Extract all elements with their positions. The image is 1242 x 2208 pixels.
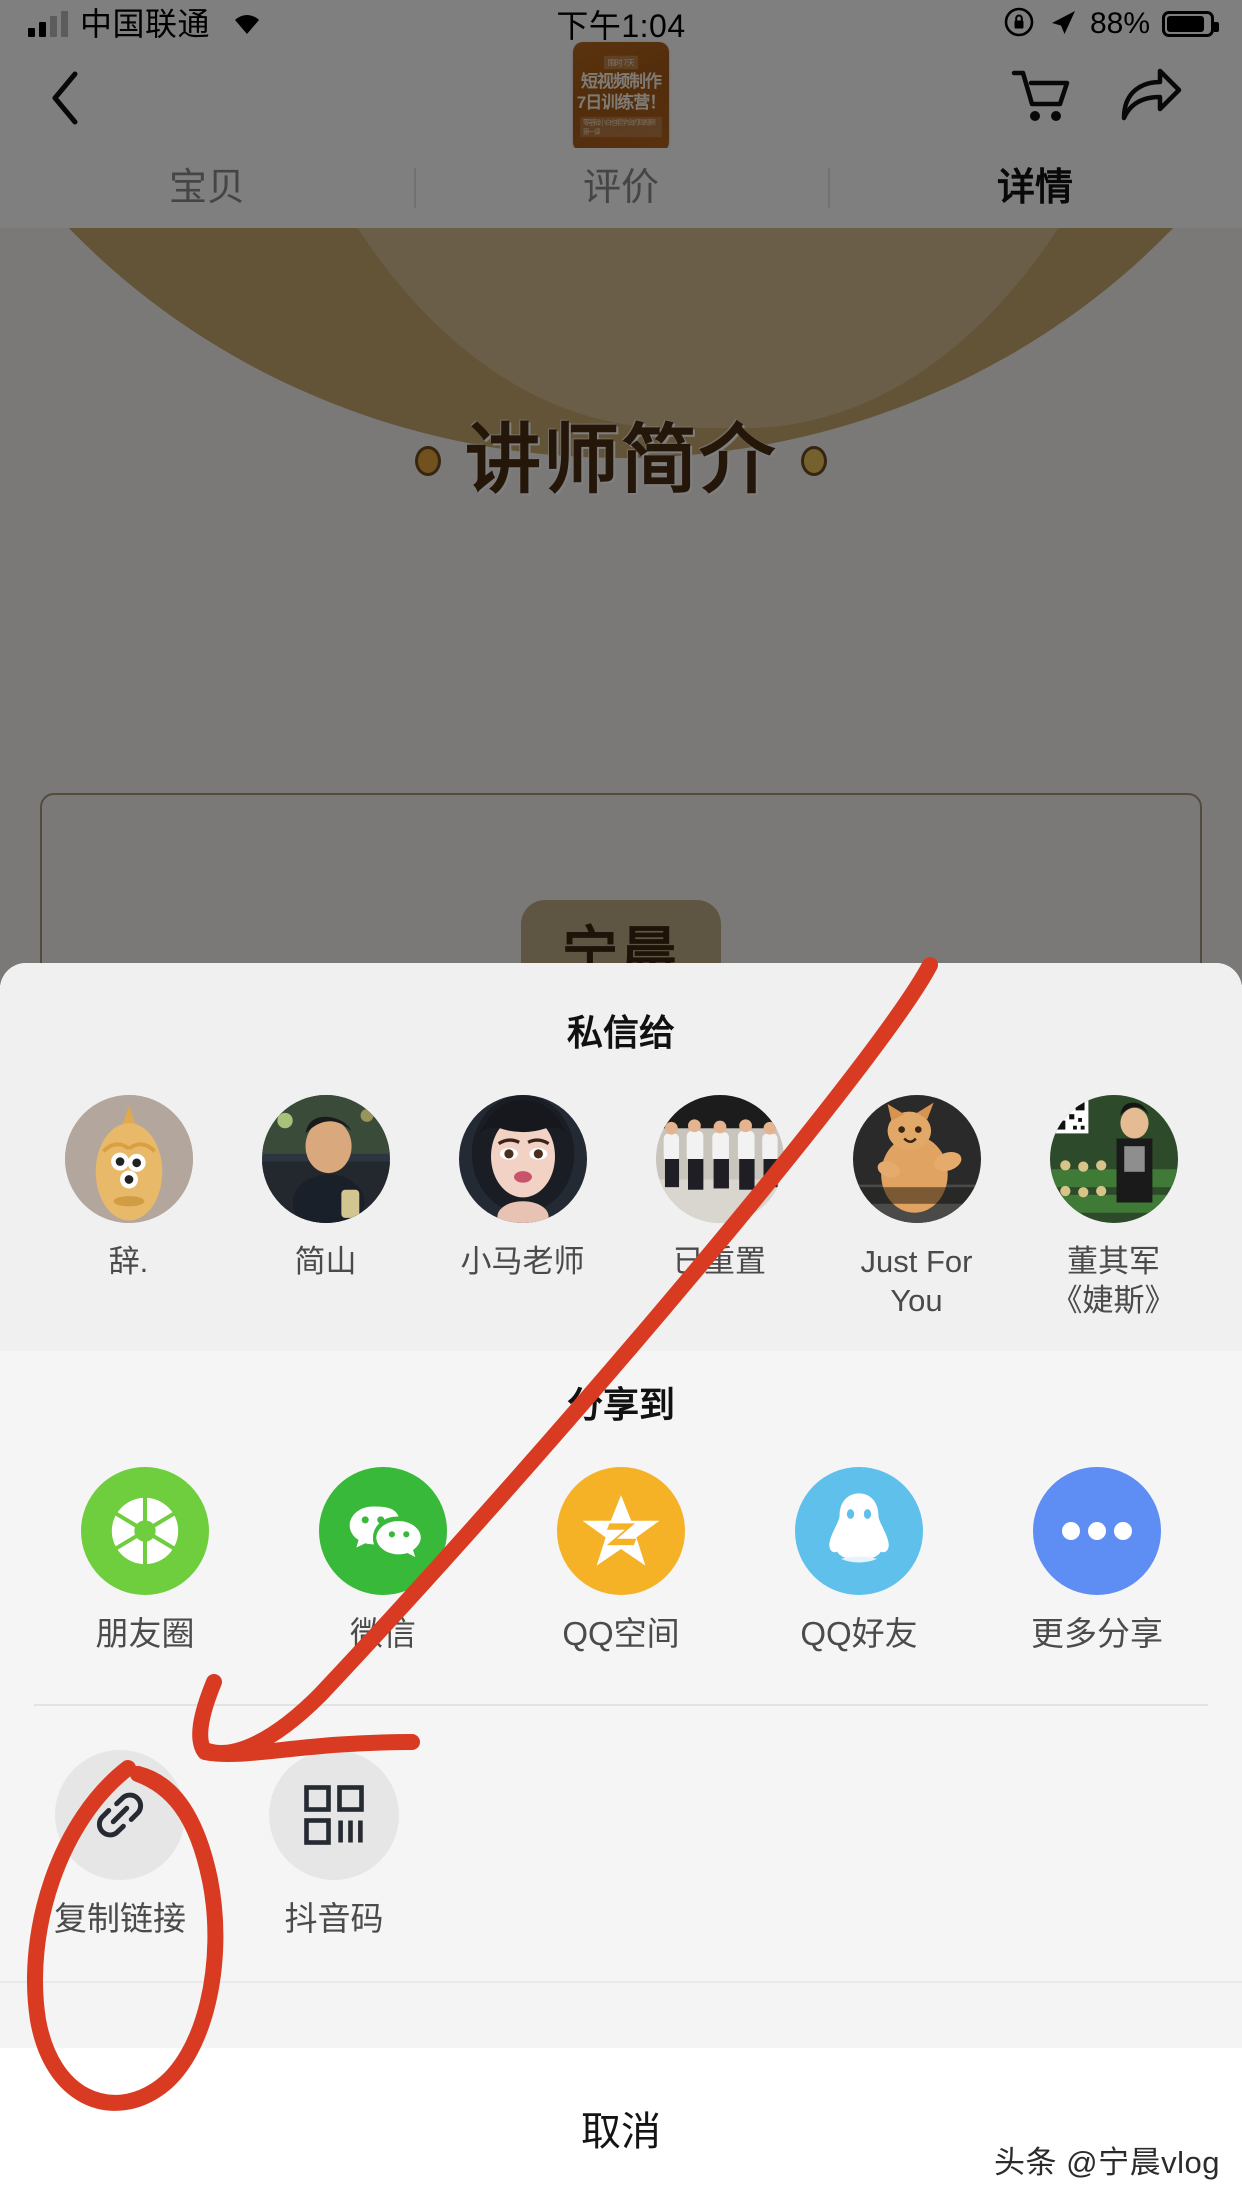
qzone-star-icon xyxy=(557,1466,685,1595)
share-section-title: 分享到 xyxy=(566,1383,675,1425)
friend-name: 董其军《婕斯》 xyxy=(1051,1244,1176,1318)
thumbnail-line2: 7日训练营！ xyxy=(576,93,666,112)
cartoon-chick-avatar xyxy=(64,1095,193,1223)
friend-name: Just For You xyxy=(860,1244,973,1318)
friends-section-title: 私信给 xyxy=(566,1012,675,1053)
thumbnail-line1: 短视频制作 xyxy=(581,72,662,92)
tool-label: 抖音码 xyxy=(284,1899,384,1937)
rotation-lock-icon xyxy=(1002,5,1036,44)
shopping-cart-icon[interactable] xyxy=(1010,66,1072,131)
title-dot-right-icon xyxy=(801,446,827,476)
share-app-qzone[interactable]: QQ空间 xyxy=(502,1466,740,1652)
friend-name: 已重置 xyxy=(673,1244,766,1279)
share-to-section: 分享到 朋友圈 微信 QQ空间 QQ好友 更多分享 复制链接 抖音码 xyxy=(0,1350,1242,1983)
status-bar-left: 中国联通 xyxy=(28,7,268,42)
share-app-label: 朋友圈 xyxy=(95,1614,195,1652)
share-app-label: 微信 xyxy=(350,1614,416,1652)
friend-item[interactable]: 小马老师 xyxy=(424,1095,621,1321)
signal-bars-icon xyxy=(28,11,68,37)
cancel-button[interactable]: 取消 xyxy=(0,2048,1242,2208)
battery-icon xyxy=(1162,11,1219,37)
tools-list: 复制链接 抖音码 xyxy=(0,1706,1242,1935)
back-button[interactable] xyxy=(0,68,130,128)
share-arrow-icon[interactable] xyxy=(1118,66,1184,131)
friends-section: 私信给 辞. 简山 小马老师 已重置 Just For You 董其军《婕斯》 xyxy=(0,963,1242,1351)
thumbnail-line3: 零基础小白也能学会的短视频第一课 xyxy=(580,116,662,138)
carrier-label: 中国联通 xyxy=(80,6,211,42)
woman-selfie-avatar xyxy=(458,1095,587,1223)
phone-screen: 中国联通 下午1:04 88% 限时 7天 短视频制作 7日训练营！ 零基础小白… xyxy=(0,0,1242,2208)
friend-item[interactable]: Just For You xyxy=(818,1095,1015,1321)
friends-list: 辞. 简山 小马老师 已重置 Just For You 董其军《婕斯》 xyxy=(0,1061,1242,1321)
friend-item[interactable]: 董其军《婕斯》 xyxy=(1015,1095,1212,1321)
thumbnail-badge: 限时 7天 xyxy=(604,55,638,70)
status-bar-right: 88% xyxy=(1002,5,1219,44)
more-dots-icon xyxy=(1033,1466,1161,1595)
moments-aperture-icon xyxy=(81,1466,209,1595)
friend-item[interactable]: 已重置 xyxy=(621,1095,818,1321)
tab-bar: 宝贝 评价 详情 xyxy=(0,148,1242,228)
share-app-moments[interactable]: 朋友圈 xyxy=(26,1466,264,1652)
share-app-more[interactable]: 更多分享 xyxy=(978,1466,1216,1652)
cancel-divider xyxy=(0,1980,1242,1983)
wechat-icon xyxy=(319,1466,447,1595)
title-dot-left-icon xyxy=(415,446,441,476)
section-title-text: 讲师简介 xyxy=(455,418,787,515)
tool-copy-link[interactable]: 复制链接 xyxy=(46,1749,194,1937)
share-apps-list: 朋友圈 微信 QQ空间 QQ好友 更多分享 xyxy=(0,1429,1242,1650)
tab-pingjia[interactable]: 评价 xyxy=(414,169,828,207)
share-app-label: QQ空间 xyxy=(562,1614,680,1652)
share-sheet: 私信给 辞. 简山 小马老师 已重置 Just For You 董其军《婕斯》 … xyxy=(0,963,1242,2208)
chevron-left-icon xyxy=(52,71,78,125)
friend-name: 简山 xyxy=(294,1244,357,1279)
orange-cat-avatar xyxy=(852,1095,981,1223)
watermark: 头条 @宁晨vlog xyxy=(994,2145,1220,2180)
tool-douyin-code[interactable]: 抖音码 xyxy=(260,1749,408,1937)
group-photo-avatar xyxy=(655,1095,784,1223)
share-app-qq-friends[interactable]: QQ好友 xyxy=(740,1466,978,1652)
man-night-street-avatar xyxy=(261,1095,390,1223)
product-thumbnail[interactable]: 限时 7天 短视频制作 7日训练营！ 零基础小白也能学会的短视频第一课 xyxy=(573,42,669,152)
qr-code-icon xyxy=(269,1749,399,1880)
qq-penguin-icon xyxy=(795,1466,923,1595)
tab-xiangqing[interactable]: 详情 xyxy=(828,169,1242,207)
friend-name: 辞. xyxy=(108,1244,149,1279)
tab-baobei[interactable]: 宝贝 xyxy=(0,169,414,207)
section-title: 讲师简介 xyxy=(0,418,1242,515)
battery-percent-label: 88% xyxy=(1089,7,1150,40)
nav-actions xyxy=(1010,66,1242,131)
wifi-icon xyxy=(226,7,268,42)
location-arrow-icon xyxy=(1048,7,1078,42)
share-app-label: 更多分享 xyxy=(1031,1614,1163,1652)
man-store-qrcode-avatar xyxy=(1049,1095,1178,1223)
friend-item[interactable]: 简山 xyxy=(227,1095,424,1321)
status-bar: 中国联通 下午1:04 88% xyxy=(0,0,1242,48)
nav-bar: 限时 7天 短视频制作 7日训练营！ 零基础小白也能学会的短视频第一课 xyxy=(0,42,1242,152)
link-chain-icon xyxy=(55,1749,185,1880)
friend-item[interactable]: 辞. xyxy=(30,1095,227,1321)
detail-content: 讲师简介 宁晨 xyxy=(0,228,1242,988)
friend-name: 小马老师 xyxy=(460,1244,585,1279)
share-app-label: QQ好友 xyxy=(800,1614,918,1652)
share-app-wechat[interactable]: 微信 xyxy=(264,1466,502,1652)
tool-label: 复制链接 xyxy=(54,1899,186,1937)
